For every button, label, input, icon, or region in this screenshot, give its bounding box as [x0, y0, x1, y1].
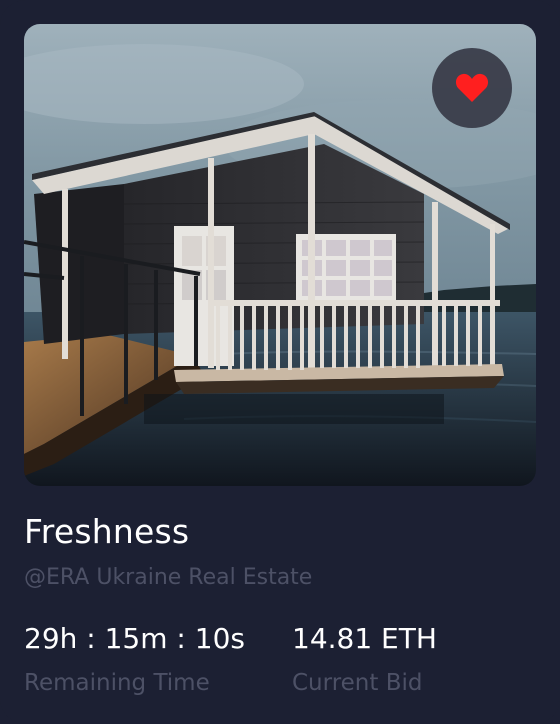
current-bid-value: 14.81 ETH — [292, 622, 437, 655]
favorite-button[interactable] — [432, 48, 512, 128]
current-bid-label: Current Bid — [292, 670, 423, 696]
house-photo[interactable] — [24, 24, 536, 486]
nft-card[interactable]: Freshness @ERA Ukraine Real Estate 29h :… — [0, 0, 560, 724]
card-title: Freshness — [24, 512, 190, 551]
remaining-time-label: Remaining Time — [24, 670, 210, 696]
heart-icon — [455, 73, 489, 102]
owner-handle[interactable]: @ERA Ukraine Real Estate — [24, 565, 312, 590]
remaining-time-value: 29h : 15m : 10s — [24, 622, 245, 655]
